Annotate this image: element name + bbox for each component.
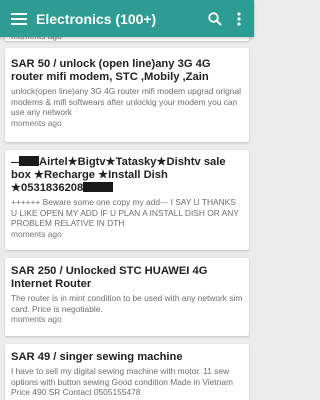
more-options-icon[interactable] (228, 0, 250, 37)
listing-title-text: 0531836208 (21, 182, 84, 194)
redacted-mark (83, 182, 114, 192)
redacted-mark (19, 156, 39, 166)
star-icon: ★ (156, 156, 167, 168)
listing-description: I have to sell my digital sewing machine… (11, 366, 233, 398)
listing-title-text: Recharge (44, 169, 96, 181)
app-bar: Electronics (100+) (0, 0, 254, 37)
listing-title: SAR 250 / Unlocked STC HUAWEI 4G Interne… (11, 265, 208, 290)
star-icon: ★ (98, 169, 109, 181)
listing-time: moments ago (11, 314, 62, 325)
star-icon: ★ (105, 156, 116, 168)
listing-description: unlock(open line)any 3G 4G router mifi m… (11, 86, 241, 118)
listing-description: ++++++ Beware some one copy my add--- I … (11, 197, 239, 229)
listing-title-text: Airtel (39, 156, 68, 168)
listing-title: SAR 50 / unlock (open line)any 3G 4G rou… (11, 58, 211, 83)
listing-title-text: Bigtv (77, 156, 106, 168)
star-icon: ★ (67, 156, 78, 168)
listing-title-text: Tatasky (115, 156, 157, 168)
redacted-mark (11, 160, 19, 163)
star-icon: ★ (11, 182, 22, 194)
listing-card[interactable]: SAR 49 / singer sewing machine I have to… (5, 344, 249, 400)
listing-time: moments ago (11, 117, 62, 128)
listing-title: SAR 49 / singer sewing machine (11, 351, 183, 363)
listing-card[interactable]: SAR 250 / Unlocked STC HUAWEI 4G Interne… (5, 258, 249, 336)
search-icon[interactable] (202, 0, 228, 37)
listing-time: moments ago (11, 228, 62, 239)
listing-title: Airtel★Bigtv★Tatasky★Dishtv sale box ★Re… (11, 156, 243, 195)
star-icon: ★ (34, 169, 45, 181)
listing-title-text: Install Dish (108, 169, 168, 181)
page-title: Electronics (100+) (36, 10, 157, 27)
listing-card[interactable]: Airtel★Bigtv★Tatasky★Dishtv sale box ★Re… (5, 150, 249, 250)
listing-description: The router is in mint condition to be us… (11, 293, 243, 314)
menu-icon[interactable] (2, 0, 36, 37)
listing-card[interactable]: SAR 50 / unlock (open line)any 3G 4G rou… (5, 48, 249, 142)
